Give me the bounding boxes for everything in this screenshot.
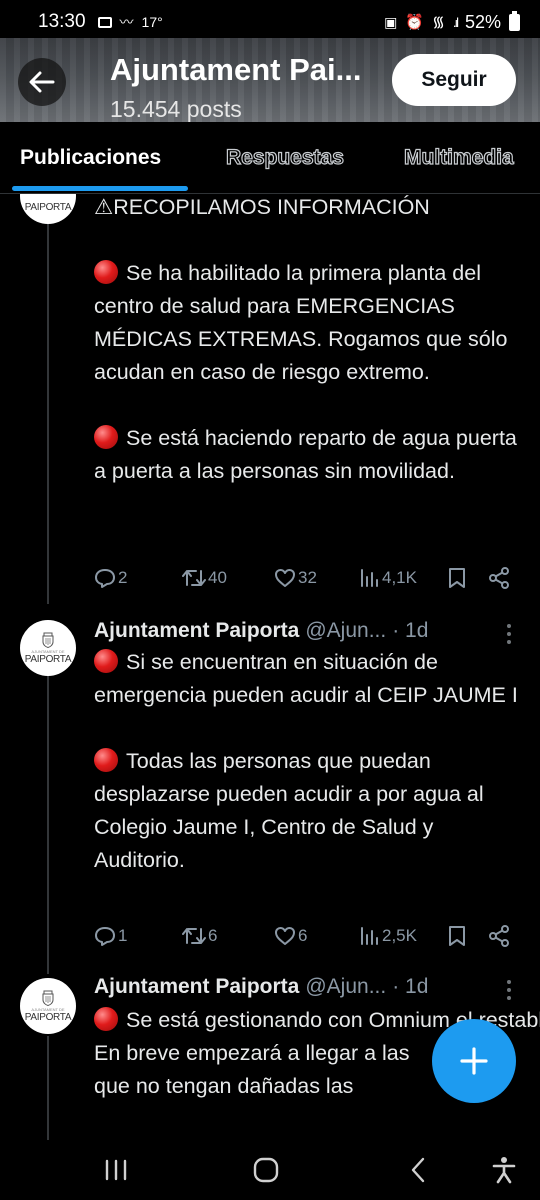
- more-options-icon[interactable]: [506, 980, 512, 1000]
- status-bar: 13:30 〰 17° ▣ ⏰ ᯾ .ıl 52%: [0, 0, 540, 44]
- reply-count: 2: [118, 568, 128, 587]
- bookmark-icon: [449, 568, 465, 588]
- heart-icon: [275, 927, 295, 945]
- repost-icon: [182, 570, 206, 586]
- tweet-header[interactable]: Ajuntament Paiporta @Ajun... · 1d: [94, 619, 428, 643]
- home-icon: [253, 1157, 279, 1183]
- wifi-icon: ᯾: [432, 14, 445, 31]
- weather-icon: 〰: [119, 14, 134, 30]
- reply-count: 1: [118, 926, 128, 945]
- tweet-line: ⚠RECOPILAMOS INFORMACIÓN: [94, 195, 430, 219]
- tweet-author[interactable]: Ajuntament Paiporta: [94, 975, 299, 999]
- active-tab-indicator: [12, 186, 188, 191]
- tweet-time: · 1d: [392, 619, 429, 642]
- battery-percent: 52%: [464, 11, 501, 32]
- crest-icon: [42, 990, 54, 1006]
- views-icon: [361, 927, 378, 945]
- more-options-icon[interactable]: [506, 624, 512, 644]
- tweet-line: Si se encuentran en situación de emergen…: [94, 649, 518, 707]
- arrow-left-icon: [29, 71, 55, 93]
- like-count: 32: [298, 568, 317, 587]
- bookmark-button[interactable]: [448, 567, 466, 589]
- thread-line: [47, 224, 49, 604]
- back-button[interactable]: [18, 58, 66, 106]
- avatar[interactable]: AJUNTAMENT DE PAIPORTA: [20, 620, 76, 676]
- tweet-line: Todas las personas que puedan desplazars…: [94, 748, 484, 872]
- repost-button[interactable]: 6: [182, 926, 217, 946]
- tweet-actions: 2 40 32 4,1K: [94, 564, 520, 592]
- status-notification-icons: 〰 17°: [97, 12, 163, 32]
- profile-title: Ajuntament Pai...: [110, 52, 362, 87]
- red-circle-icon: [94, 260, 118, 284]
- back-nav-button[interactable]: [398, 1152, 438, 1188]
- tweet-text[interactable]: ⚠RECOPILAMOS INFORMACIÓN Se ha habilitad…: [94, 194, 528, 488]
- chevron-left-icon: [411, 1157, 425, 1183]
- avatar[interactable]: PAIPORTA: [20, 194, 76, 224]
- posts-count: 15.454 posts: [110, 96, 242, 122]
- accessibility-button[interactable]: [484, 1152, 524, 1188]
- repost-count: 6: [208, 926, 218, 945]
- tweet-actions: 1 6 6 2,5K: [94, 922, 520, 950]
- reply-icon: [95, 569, 115, 588]
- share-icon: [489, 567, 509, 589]
- signal-icon: .ıl: [452, 14, 459, 30]
- notification-icon: [97, 16, 112, 28]
- like-button[interactable]: 6: [274, 926, 307, 946]
- crest-icon: [42, 632, 54, 648]
- repost-count: 40: [208, 568, 227, 587]
- tab-publicaciones[interactable]: Publicaciones: [20, 146, 161, 170]
- views-icon: [361, 569, 378, 587]
- reply-button[interactable]: 1: [94, 926, 127, 946]
- status-time: 13:30: [38, 11, 86, 32]
- system-nav-bar: [0, 1140, 540, 1200]
- share-button[interactable]: [488, 925, 510, 947]
- follow-button[interactable]: Seguir: [392, 54, 516, 106]
- tweet-line: Se ha habilitado la primera planta del c…: [94, 260, 508, 384]
- alarm-icon: ⏰: [405, 14, 425, 31]
- views-button[interactable]: 2,5K: [360, 926, 417, 946]
- share-icon: [489, 925, 509, 947]
- reply-button[interactable]: 2: [94, 568, 127, 588]
- tweet-line: Se está haciendo reparto de agua puerta …: [94, 425, 517, 483]
- home-button[interactable]: [246, 1152, 286, 1188]
- compose-button[interactable]: [432, 1019, 516, 1103]
- thread-line: [47, 1036, 49, 1140]
- tab-respuestas[interactable]: Respuestas: [225, 145, 344, 170]
- tweet-header[interactable]: Ajuntament Paiporta @Ajun... · 1d: [94, 975, 428, 999]
- status-temperature: 17°: [141, 14, 163, 30]
- like-button[interactable]: 32: [274, 568, 317, 588]
- red-circle-icon: [94, 649, 118, 673]
- bookmark-button[interactable]: [448, 925, 466, 947]
- lock-icon: ▣: [384, 13, 398, 30]
- like-count: 6: [298, 926, 308, 945]
- repost-button[interactable]: 40: [182, 568, 227, 588]
- thread-line: [47, 674, 49, 974]
- bookmark-icon: [449, 926, 465, 946]
- repost-icon: [182, 928, 206, 944]
- red-circle-icon: [94, 425, 118, 449]
- views-count: 4,1K: [382, 568, 417, 587]
- recent-apps-icon: [105, 1159, 127, 1181]
- red-circle-icon: [94, 748, 118, 772]
- tweet-time: · 1d: [392, 975, 429, 998]
- timeline[interactable]: PAIPORTA ⚠RECOPILAMOS INFORMACIÓN Se ha …: [0, 194, 540, 1140]
- accessibility-icon: [492, 1157, 516, 1184]
- profile-header: Ajuntament Pai... 15.454 posts Seguir: [0, 38, 540, 122]
- red-circle-icon: [94, 1007, 118, 1031]
- tweet-handle[interactable]: @Ajun...: [305, 975, 386, 999]
- profile-tabs: Publicaciones Respuestas Multimedia: [0, 122, 540, 194]
- views-button[interactable]: 4,1K: [360, 568, 417, 588]
- share-button[interactable]: [488, 567, 510, 589]
- avatar[interactable]: AJUNTAMENT DE PAIPORTA: [20, 978, 76, 1034]
- views-count: 2,5K: [382, 926, 417, 945]
- recent-apps-button[interactable]: [96, 1152, 136, 1188]
- plus-icon: [460, 1047, 488, 1075]
- tweet-text[interactable]: Si se encuentran en situación de emergen…: [94, 646, 528, 877]
- battery-icon: [509, 10, 520, 31]
- reply-icon: [95, 927, 115, 946]
- heart-icon: [275, 569, 295, 587]
- tweet-handle[interactable]: @Ajun...: [305, 619, 386, 643]
- tweet-author[interactable]: Ajuntament Paiporta: [94, 619, 299, 643]
- tab-multimedia[interactable]: Multimedia: [403, 145, 514, 170]
